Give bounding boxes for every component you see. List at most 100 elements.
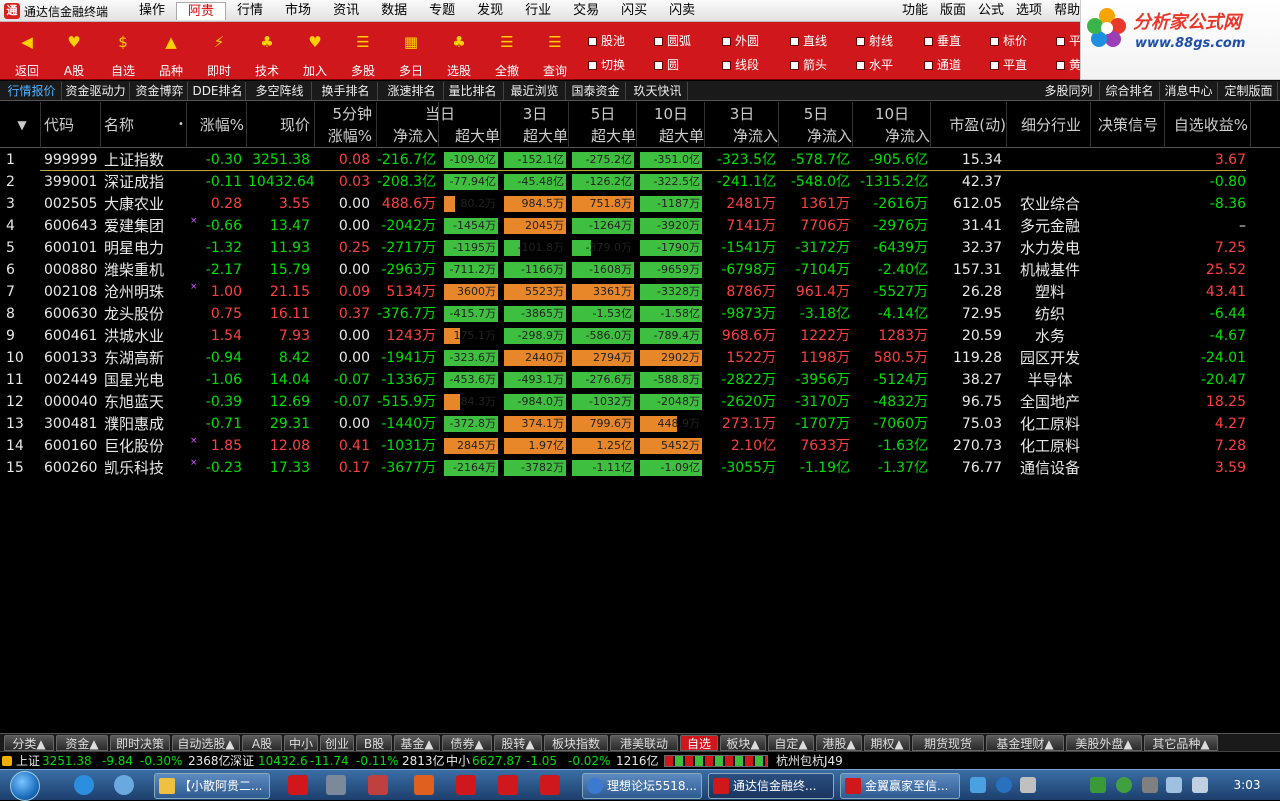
view-tab-4[interactable]: 多空阵线 (248, 82, 312, 100)
view-tab-7[interactable]: 量比排名 (442, 82, 504, 100)
app-quick-icon-5[interactable] (540, 775, 560, 795)
toolbar-button-4[interactable]: ⚡ 即时 (196, 22, 242, 80)
task-tdx[interactable]: 通达信金融终... (708, 773, 834, 799)
table-row[interactable]: 8 600630 龙头股份 0.75 16.11 0.37 -376.7万 -415.7万 -3… (0, 303, 1280, 325)
category-tab-19[interactable]: 基金理财▲ (986, 735, 1064, 751)
col-price[interactable]: 现价 (250, 114, 310, 136)
menu-item-2[interactable]: 行情 (226, 2, 274, 20)
col-3day-net[interactable]: 净流入 (706, 125, 778, 147)
stock-name[interactable]: 大康农业 (104, 193, 176, 215)
draw-tool-top-2[interactable]: 外圆 (722, 32, 759, 50)
col-pe[interactable]: 市盈(动) (934, 114, 1006, 136)
col-industry[interactable]: 细分行业 (1014, 114, 1088, 136)
draw-tool-bottom-0[interactable]: 切换 (588, 56, 625, 74)
tray-network-icon[interactable] (970, 777, 986, 793)
table-row[interactable]: 10 600133 东湖高新 -0.94 8.42 0.00 -1941万 -323.6万 24… (0, 347, 1280, 369)
table-row[interactable]: 5 600101 明星电力 -1.32 11.93 0.25 -2717万 -1195万 -10… (0, 237, 1280, 259)
tray-keyboard-icon[interactable] (1020, 777, 1036, 793)
draw-tool-top-1[interactable]: 圆弧 (654, 32, 691, 50)
task-forum[interactable]: 理想论坛5518... (582, 773, 702, 799)
tray-device-icon[interactable] (1142, 777, 1158, 793)
right-menu-item-2[interactable]: 公式 (972, 2, 1010, 20)
toolbar-button-2[interactable]: $ 自选 (100, 22, 146, 80)
menu-item-5[interactable]: 数据 (370, 2, 418, 20)
menu-item-1[interactable]: 阿贵 (176, 2, 227, 20)
status-server[interactable]: 杭州包杭J49 (776, 752, 843, 770)
app-quick-icon-2[interactable] (414, 775, 434, 795)
col-change-pct[interactable]: 涨幅% (188, 114, 244, 136)
menu-item-7[interactable]: 发现 (466, 2, 514, 20)
right-menu-item-3[interactable]: 选项 (1010, 2, 1048, 20)
stock-name[interactable]: 洪城水业 (104, 325, 176, 347)
menu-item-8[interactable]: 行业 (514, 2, 562, 20)
stock-name[interactable]: 濮阳惠成 (104, 413, 176, 435)
tray-shield-icon[interactable] (1090, 777, 1106, 793)
tray-plus-icon[interactable] (1116, 777, 1132, 793)
toolbar-button-3[interactable]: ▲ 品种 (148, 22, 194, 80)
stock-name[interactable]: 深证成指 (104, 171, 176, 193)
category-tab-14[interactable]: 板块▲ (720, 735, 766, 751)
stock-name[interactable]: 明星电力 (104, 237, 176, 259)
stock-name[interactable]: 上证指数 (104, 149, 176, 171)
view-tab-13[interactable]: 消息中心 (1160, 82, 1218, 100)
category-tab-11[interactable]: 板块指数 (544, 735, 608, 751)
app-quick-icon-1[interactable] (368, 775, 388, 795)
toolbar-button-1[interactable]: ♥ A股 (51, 22, 97, 80)
col-signal[interactable]: 决策信号 (1092, 114, 1164, 136)
task-xiaosan[interactable]: 【小散阿贵二... (154, 773, 270, 799)
col-5min-bottom[interactable]: 涨幅% (316, 125, 372, 147)
category-tab-3[interactable]: 自动选股▲ (172, 735, 240, 751)
ie-icon[interactable] (74, 775, 94, 795)
table-row[interactable]: 7 002108 沧州明珠 × 1.00 21.15 0.09 5134万 3600万 5523万… (0, 281, 1280, 303)
task-jinyi[interactable]: 金翼赢家至信... (840, 773, 960, 799)
view-tab-11[interactable]: 多股同列 (1038, 82, 1100, 100)
stock-name[interactable]: 沧州明珠 (104, 281, 176, 303)
view-tab-10[interactable]: 玖天快讯 (628, 82, 688, 100)
stock-name[interactable]: 巨化股份 (104, 435, 176, 457)
category-tab-6[interactable]: 创业 (320, 735, 354, 751)
table-row[interactable]: 2 399001 深证成指 -0.11 10432.64 0.03 -208.3亿 -77.9… (0, 171, 1280, 193)
view-tab-9[interactable]: 国泰资金 (566, 82, 626, 100)
tray-signal-icon[interactable] (1192, 777, 1208, 793)
menu-item-4[interactable]: 资讯 (322, 2, 370, 20)
menu-item-0[interactable]: 操作 (128, 2, 176, 20)
draw-tool-top-5[interactable]: 垂直 (924, 32, 961, 50)
col-3day-super[interactable]: 超大单 (502, 125, 568, 147)
view-tab-1[interactable]: 资金驱动力 (62, 82, 130, 100)
stock-name[interactable]: 潍柴重机 (104, 259, 176, 281)
category-tab-10[interactable]: 股转▲ (494, 735, 542, 751)
table-row[interactable]: 1 999999 上证指数 -0.30 3251.38 0.08 -216.7亿 -109.0… (0, 149, 1280, 171)
draw-tool-top-6[interactable]: 标价 (990, 32, 1027, 50)
draw-tool-bottom-2[interactable]: 线段 (722, 56, 759, 74)
table-row[interactable]: 15 600260 凯乐科技 × -0.23 17.33 0.17 -3677万 -2164万 -… (0, 457, 1280, 479)
menu-item-6[interactable]: 专题 (418, 2, 466, 20)
table-row[interactable]: 11 002449 国星光电 -1.06 14.04 -0.07 -1336万 -453.6万… (0, 369, 1280, 391)
category-tab-13[interactable]: 自选 (680, 735, 718, 751)
computer-icon[interactable] (326, 775, 346, 795)
col-10day-net[interactable]: 净流入 (854, 125, 930, 147)
category-tab-9[interactable]: 债券▲ (442, 735, 492, 751)
category-tab-8[interactable]: 基金▲ (394, 735, 440, 751)
category-tab-1[interactable]: 资金▲ (56, 735, 108, 751)
view-tab-8[interactable]: 最近浏览 (504, 82, 566, 100)
app-quick-icon-3[interactable] (456, 775, 476, 795)
app-quick-icon-4[interactable] (498, 775, 518, 795)
view-tab-5[interactable]: 换手排名 (314, 82, 378, 100)
category-tab-15[interactable]: 自定▲ (768, 735, 814, 751)
draw-tool-top-7[interactable]: 平 (1056, 32, 1081, 50)
category-tab-4[interactable]: A股 (242, 735, 282, 751)
col-5day-net[interactable]: 净流入 (780, 125, 852, 147)
start-button-icon[interactable] (10, 771, 40, 801)
table-row[interactable]: 14 600160 巨化股份 × 1.85 12.08 0.41 -1031万 2845万 1.9… (0, 435, 1280, 457)
view-tab-2[interactable]: 资金博弈 (132, 82, 188, 100)
table-row[interactable]: 9 600461 洪城水业 1.54 7.93 0.00 1243万 175.1万 -298.9… (0, 325, 1280, 347)
draw-tool-bottom-5[interactable]: 通道 (924, 56, 961, 74)
sort-menu-icon[interactable]: ▼ (10, 114, 34, 136)
category-tab-17[interactable]: 期权▲ (864, 735, 910, 751)
table-row[interactable]: 4 600643 爱建集团 × -0.66 13.47 0.00 -2042万 -1454万 20… (0, 215, 1280, 237)
draw-tool-top-3[interactable]: 直线 (790, 32, 827, 50)
tdx-quick-icon[interactable] (288, 775, 308, 795)
menu-item-3[interactable]: 市场 (274, 2, 322, 20)
stock-name[interactable]: 东旭蓝天 (104, 391, 176, 413)
category-tab-5[interactable]: 中小 (284, 735, 318, 751)
